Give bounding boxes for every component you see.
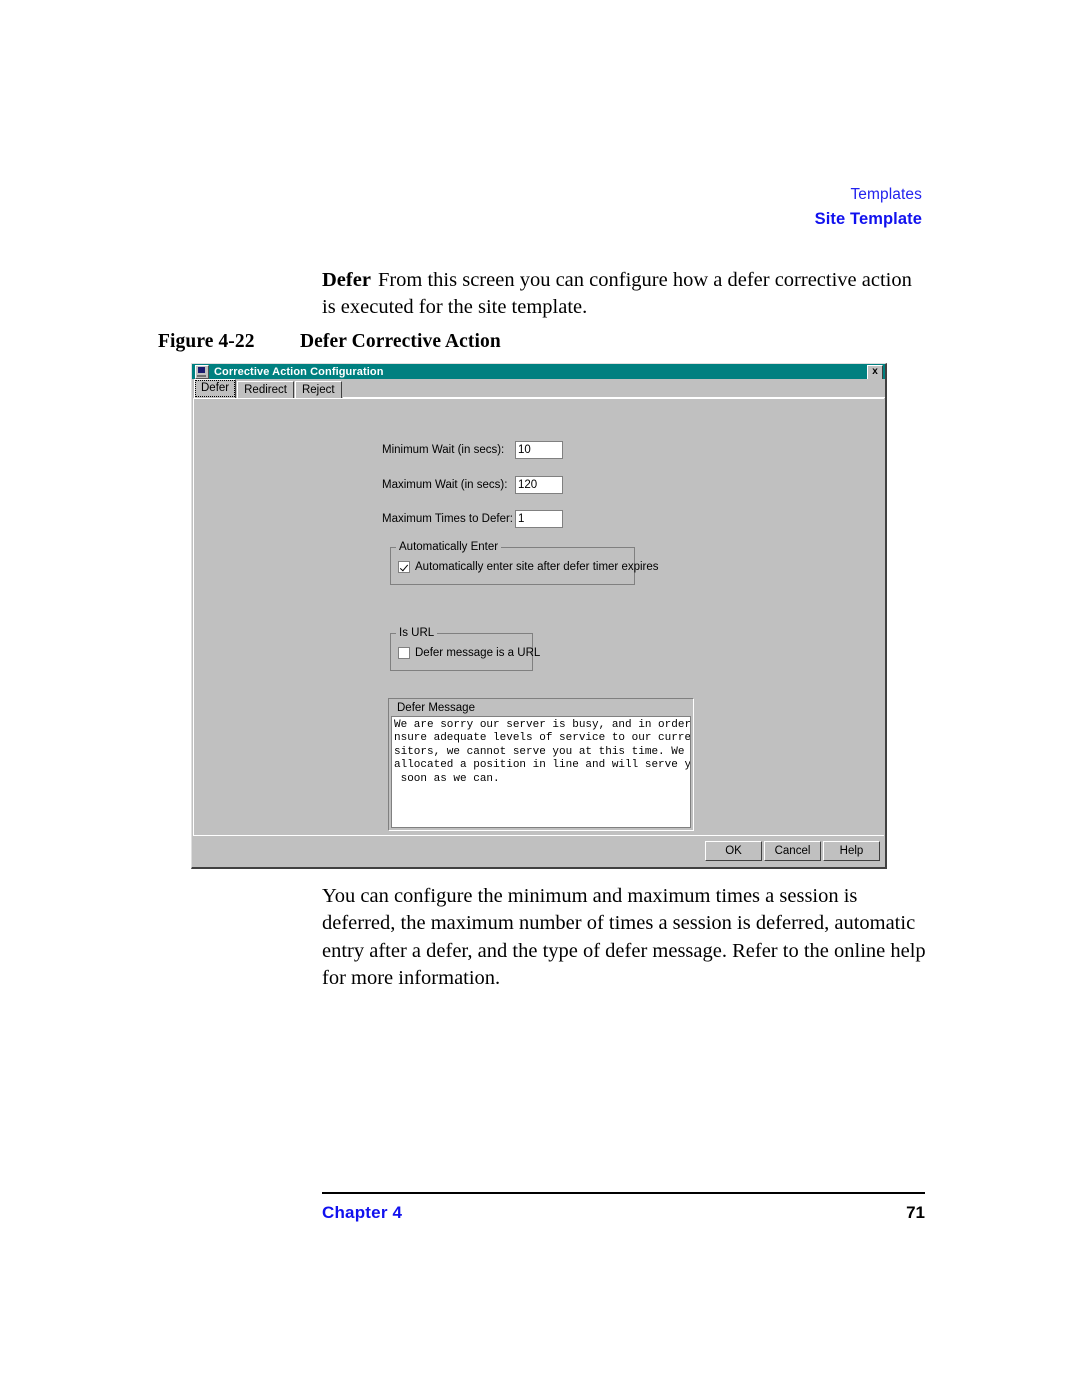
minimum-wait-label: Minimum Wait (in secs): bbox=[382, 444, 505, 456]
intro-lead-term: Defer bbox=[322, 269, 371, 291]
defer-message-title: Defer Message bbox=[397, 702, 475, 714]
header-section-label: Templates bbox=[850, 186, 922, 203]
tab-defer[interactable]: Defer bbox=[194, 379, 237, 398]
ok-button[interactable]: OK bbox=[705, 841, 762, 861]
help-button[interactable]: Help bbox=[823, 841, 880, 861]
application-icon bbox=[195, 364, 209, 379]
tab-bar: Defer Redirect Reject bbox=[192, 379, 885, 398]
minimum-wait-row: Minimum Wait (in secs): 10 bbox=[382, 441, 563, 459]
intro-body-text: From this screen you can configure how a… bbox=[322, 269, 912, 319]
outro-paragraph: You can configure the minimum and maximu… bbox=[322, 885, 926, 989]
is-url-group: Is URL Defer message is a URL bbox=[390, 627, 540, 671]
maximum-wait-input[interactable]: 120 bbox=[515, 476, 563, 494]
is-url-checkbox-label: Defer message is a URL bbox=[415, 647, 541, 659]
tab-strip-filler bbox=[342, 380, 885, 398]
intro-paragraph: Defer From this screen you can configure … bbox=[322, 267, 922, 322]
tab-reject[interactable]: Reject bbox=[294, 381, 342, 398]
defer-tab-panel: Minimum Wait (in secs): 10 Maximum Wait … bbox=[193, 398, 884, 835]
automatically-enter-group: Automatically Enter Automatically enter … bbox=[390, 541, 659, 585]
dialog-titlebar: Corrective Action Configuration x bbox=[192, 364, 885, 380]
automatically-enter-checkbox-row[interactable]: Automatically enter site after defer tim… bbox=[398, 561, 659, 573]
cancel-button[interactable]: Cancel bbox=[764, 841, 821, 861]
corrective-action-configuration-dialog: Corrective Action Configuration x Defer … bbox=[191, 363, 887, 869]
maximum-wait-row: Maximum Wait (in secs): 120 bbox=[382, 476, 563, 494]
header-subsection-label: Site Template bbox=[814, 210, 922, 229]
maximum-wait-label: Maximum Wait (in secs): bbox=[382, 479, 508, 491]
is-url-checkbox-row[interactable]: Defer message is a URL bbox=[398, 647, 540, 659]
running-header: Templates Site Template bbox=[815, 186, 922, 230]
automatically-enter-checkbox[interactable] bbox=[398, 561, 410, 573]
maximum-times-to-defer-input[interactable]: 1 bbox=[515, 510, 563, 528]
automatically-enter-checkbox-label: Automatically enter site after defer tim… bbox=[415, 561, 659, 573]
minimum-wait-input[interactable]: 10 bbox=[515, 441, 563, 459]
figure-caption: Figure 4-22 Defer Corrective Action bbox=[158, 331, 938, 353]
is-url-group-title: Is URL bbox=[396, 627, 438, 639]
tab-redirect[interactable]: Redirect bbox=[237, 381, 294, 398]
defer-message-textarea[interactable]: We are sorry our server is busy, and in … bbox=[391, 716, 691, 828]
dialog-button-bar: OK Cancel Help bbox=[193, 835, 884, 866]
maximum-times-to-defer-row: Maximum Times to Defer: 1 bbox=[382, 510, 563, 528]
automatically-enter-group-title: Automatically Enter bbox=[396, 541, 502, 553]
figure-title: Defer Corrective Action bbox=[300, 331, 501, 352]
dialog-title: Corrective Action Configuration bbox=[214, 365, 384, 378]
figure-number: Figure 4-22 bbox=[158, 331, 255, 352]
footer-page-number: 71 bbox=[906, 1203, 925, 1222]
footer-divider bbox=[322, 1192, 925, 1194]
close-icon[interactable]: x bbox=[867, 365, 883, 380]
is-url-checkbox[interactable] bbox=[398, 647, 410, 659]
maximum-times-to-defer-label: Maximum Times to Defer: bbox=[382, 513, 513, 525]
defer-message-panel: Defer Message We are sorry our server is… bbox=[388, 698, 694, 831]
